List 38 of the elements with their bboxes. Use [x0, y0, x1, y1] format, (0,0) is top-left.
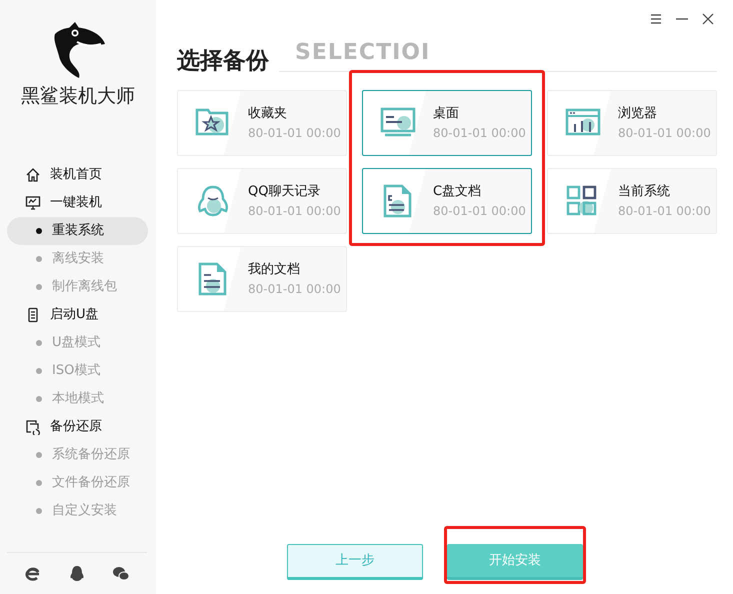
nav-item[interactable]: 重装系统 [7, 216, 148, 244]
menu-icon[interactable] [649, 12, 663, 26]
backup-name: 浏览器 [618, 106, 658, 122]
backup-name: 桌面 [433, 106, 460, 122]
backup-card[interactable]: 我的文档 80-01-01 00:00 [177, 246, 347, 312]
background-title: SELECTIOI [295, 39, 430, 67]
backup-time: 80-01-01 00:00 [618, 126, 711, 140]
home-icon [25, 166, 41, 182]
close-icon[interactable] [701, 12, 715, 26]
nav-group-label[interactable]: 启动U盘 [50, 304, 99, 324]
backup-name: 当前系统 [618, 184, 671, 200]
backup-time: 80-01-01 00:00 [618, 204, 711, 218]
backup-time: 80-01-01 00:00 [248, 282, 341, 296]
monitor-icon [25, 194, 41, 210]
backup-card[interactable]: 当前系统 80-01-01 00:00 [547, 168, 717, 234]
chat-icon[interactable] [112, 565, 130, 582]
brand-name: 黑鲨装机大师 [20, 84, 136, 109]
nav-group-label[interactable]: 备份还原 [50, 416, 102, 436]
backup-time: 80-01-01 00:00 [433, 126, 526, 140]
backup-card[interactable]: 桌面 80-01-01 00:00 [362, 90, 532, 156]
backup-time: 80-01-01 00:00 [248, 204, 341, 218]
backup-card[interactable]: QQ聊天记录 80-01-01 00:00 [177, 168, 347, 234]
backup-time: 80-01-01 00:00 [248, 126, 341, 140]
backup-card[interactable]: C盘文档 80-01-01 00:00 [362, 168, 532, 234]
backup-name: C盘文档 [433, 184, 482, 200]
nav-group-label[interactable]: 装机首页 [50, 164, 102, 184]
backup-card[interactable]: 收藏夹 80-01-01 00:00 [177, 90, 347, 156]
backup-name: 收藏夹 [248, 106, 288, 122]
backup-time: 80-01-01 00:00 [433, 204, 526, 218]
page-title: 选择备份 [177, 48, 269, 76]
restore-icon [25, 418, 41, 434]
backup-name: QQ聊天记录 [248, 184, 322, 200]
backup-name: 我的文档 [248, 262, 301, 278]
penguin-icon[interactable] [68, 565, 86, 582]
backup-card[interactable]: 浏览器 80-01-01 00:00 [547, 90, 717, 156]
nav-group-label[interactable]: 一键装机 [50, 192, 102, 212]
penguin-icon [195, 184, 231, 218]
browser-icon[interactable] [24, 565, 42, 582]
